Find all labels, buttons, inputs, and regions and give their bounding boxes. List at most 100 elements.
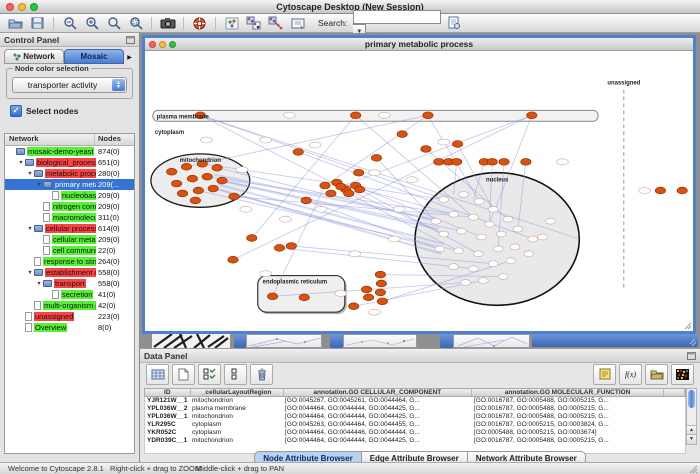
network-node-selected[interactable] (202, 173, 212, 180)
tree-row-biological-process[interactable]: ▼biological_process651(0) (5, 157, 134, 168)
background-window-3[interactable] (453, 334, 530, 348)
node-label-chip[interactable] (315, 206, 327, 212)
node-label-chip[interactable] (283, 112, 295, 118)
column-header[interactable] (664, 389, 685, 396)
network-node[interactable] (435, 246, 445, 252)
create-attribute-icon[interactable] (172, 364, 195, 385)
tree-row-mosaic-demo-yeast[interactable]: mosaic-demo-yeast874(0) (5, 146, 134, 157)
network-node-selected[interactable] (336, 183, 346, 190)
tree-row-overview[interactable]: Overview8(0) (5, 322, 134, 333)
network-node[interactable] (528, 236, 538, 242)
table-row[interactable]: YDR039C__1mitochondrion[GO:0044464, GO:0… (144, 437, 686, 445)
network-node[interactable] (449, 264, 459, 270)
network-node-selected[interactable] (527, 112, 537, 119)
network-node-selected[interactable] (181, 163, 191, 170)
node-label-chip[interactable] (639, 188, 651, 194)
network-node[interactable] (506, 258, 516, 264)
network-node-selected[interactable] (487, 158, 497, 165)
open-folder-icon[interactable] (6, 16, 25, 31)
background-window-2[interactable] (343, 334, 417, 348)
network-node-selected[interactable] (421, 146, 431, 153)
table-row[interactable]: YKR052Ccytoplasm[GO:0044464, GO:0044446,… (144, 429, 686, 437)
network-node-selected[interactable] (299, 294, 309, 301)
network-node[interactable] (474, 198, 484, 204)
network-node[interactable] (493, 246, 503, 252)
network-node-selected[interactable] (320, 182, 330, 189)
network-node-selected[interactable] (434, 158, 444, 165)
float-panel-icon[interactable] (126, 36, 135, 44)
window-resize-grip[interactable] (689, 465, 698, 474)
search-input[interactable] (353, 10, 441, 24)
network-node-selected[interactable] (217, 177, 227, 184)
minimize-button[interactable] (159, 41, 166, 48)
network-node-selected[interactable] (521, 158, 531, 165)
zoom-in-icon[interactable] (82, 16, 101, 31)
network-node-selected[interactable] (228, 256, 238, 263)
column-header[interactable]: ID (145, 389, 191, 396)
column-header[interactable]: annotation.GO CELLULAR_COMPONENT (284, 389, 472, 396)
node-label-chip[interactable] (279, 216, 291, 222)
table-scrollbar[interactable]: ▲ ▼ (686, 388, 697, 445)
network-node-selected[interactable] (677, 187, 687, 194)
node-label-chip[interactable] (200, 137, 212, 143)
zoom-button[interactable] (169, 41, 176, 48)
select-all-attributes-icon[interactable] (198, 364, 221, 385)
region-nucleus[interactable] (415, 173, 579, 306)
tree-row-cellular-process[interactable]: ▼cellular process614(0) (5, 223, 134, 234)
annotation-submit-icon[interactable] (288, 16, 307, 31)
attribute-select-icon[interactable] (146, 364, 169, 385)
zoom-fit-icon[interactable] (104, 16, 123, 31)
network-node[interactable] (488, 261, 498, 267)
network-node[interactable] (496, 231, 506, 237)
network-node-selected[interactable] (375, 289, 385, 296)
node-color-dropdown[interactable]: transporter activity ▲▼ (12, 77, 127, 93)
table-row[interactable]: YJR121W__1mitochondrion[GO:0045267, GO:0… (144, 397, 686, 405)
network-node-selected[interactable] (193, 187, 203, 194)
network-node-selected[interactable] (351, 112, 361, 119)
network-node[interactable] (461, 280, 471, 286)
background-window-edge[interactable] (532, 334, 698, 347)
zoom-selected-icon[interactable] (126, 16, 145, 31)
network-node[interactable] (478, 278, 488, 284)
network-node-selected[interactable] (363, 294, 373, 301)
network-node[interactable] (431, 218, 441, 224)
table-row[interactable]: YPL036W__1mitochondrion[GO:0044464, GO:0… (144, 413, 686, 421)
tree-row-nucleobase-containing[interactable]: nucleobase-containing209(0) (5, 190, 134, 201)
network-node-selected[interactable] (247, 235, 257, 242)
heatmap-icon[interactable] (671, 364, 694, 385)
overlay-network-icon[interactable] (244, 16, 263, 31)
network-node[interactable] (468, 214, 478, 220)
node-label-chip[interactable] (369, 170, 381, 176)
network-node[interactable] (538, 234, 548, 240)
network-node-selected[interactable] (354, 169, 364, 176)
delete-attribute-icon[interactable] (250, 364, 273, 385)
network-node-selected[interactable] (190, 197, 200, 204)
tree-row-transport[interactable]: ▼transport558(0) (5, 278, 134, 289)
background-window-1[interactable] (246, 334, 322, 348)
network-node-selected[interactable] (452, 141, 462, 148)
attribute-table[interactable]: ID_cellularLayoutRegionannotation.GO CEL… (144, 388, 686, 454)
node-label-chip[interactable] (335, 290, 347, 296)
help-lifebuoy-icon[interactable] (190, 16, 209, 31)
node-label-chip[interactable] (260, 271, 272, 277)
network-node-selected[interactable] (293, 149, 303, 156)
node-label-chip[interactable] (557, 159, 569, 165)
network-node[interactable] (457, 228, 467, 234)
tree-row-metabolic-process[interactable]: ▼metabolic process280(0) (5, 168, 134, 179)
zoom-button[interactable] (30, 3, 38, 11)
network-node[interactable] (510, 244, 520, 250)
network-node-selected[interactable] (376, 280, 386, 287)
column-header[interactable]: annotation.GO MOLECULAR_FUNCTION (472, 389, 664, 396)
network-node-selected[interactable] (177, 190, 187, 197)
import-attributes-icon[interactable] (645, 364, 668, 385)
network-node[interactable] (454, 248, 464, 254)
tree-row-secretion[interactable]: secretion41(0) (5, 289, 134, 300)
network-node-selected[interactable] (361, 286, 371, 293)
network-node-selected[interactable] (377, 298, 387, 305)
tab-network[interactable]: Network (4, 49, 64, 64)
network-node-selected[interactable] (499, 158, 509, 165)
minimize-button[interactable] (18, 3, 26, 11)
tree-row-primary-metabolic-process[interactable]: ▼primary metabolic process209(... (5, 179, 134, 190)
node-label-chip[interactable] (260, 137, 272, 143)
network-node-selected[interactable] (326, 190, 336, 197)
